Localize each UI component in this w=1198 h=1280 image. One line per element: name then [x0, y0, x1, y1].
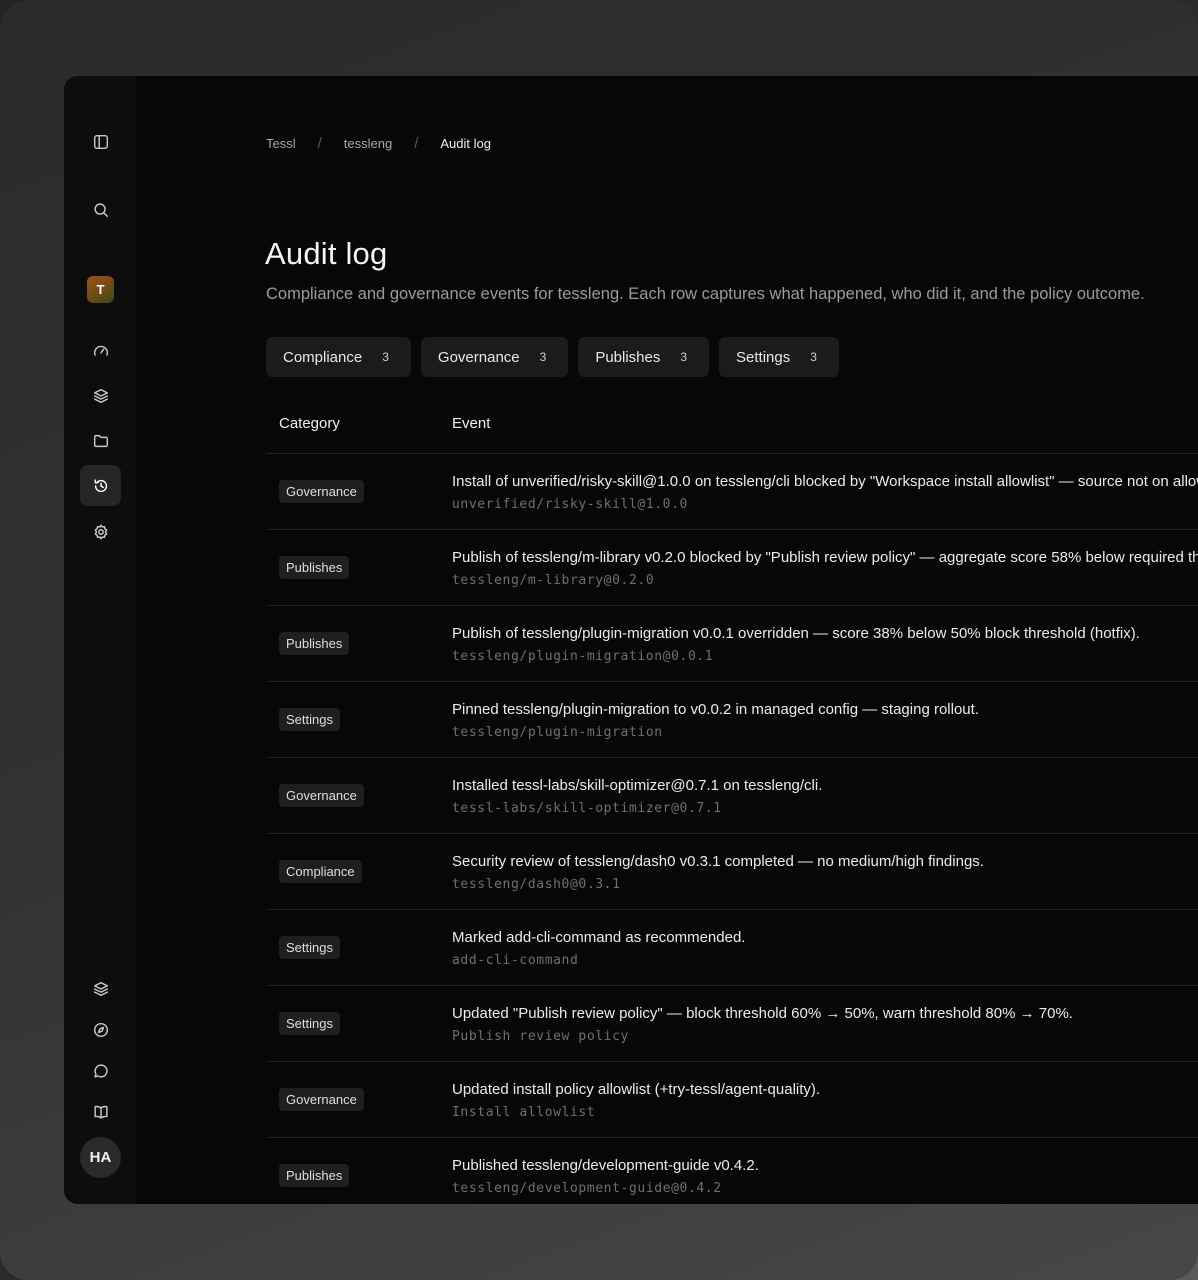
breadcrumb: Tessl / tessleng / Audit log — [266, 135, 491, 152]
category-badge: Publishes — [279, 632, 350, 655]
table-row[interactable]: Governance Install of unverified/risky-s… — [266, 454, 1198, 530]
event-text: Published tessleng/development-guide v0.… — [452, 1156, 759, 1174]
category-badge: Governance — [279, 784, 364, 807]
page-title: Audit log — [265, 236, 388, 271]
chat-icon[interactable] — [80, 1050, 121, 1091]
filter-label: Settings — [736, 348, 791, 366]
event-subject: Publish review policy — [452, 1028, 629, 1044]
filter-count: 3 — [382, 350, 389, 364]
table-header: Category Event — [266, 394, 1198, 454]
event-subject: unverified/risky-skill@1.0.0 — [452, 496, 688, 512]
sidebar-toggle-icon[interactable] — [80, 121, 121, 162]
category-badge: Compliance — [279, 860, 362, 883]
history-icon[interactable] — [80, 465, 121, 506]
event-subject: tessleng/dash0@0.3.1 — [452, 876, 621, 892]
layers-icon[interactable] — [80, 375, 121, 416]
filter-count: 3 — [539, 350, 547, 364]
folder-icon[interactable] — [80, 420, 121, 461]
search-icon[interactable] — [80, 189, 121, 230]
workspace-avatar[interactable]: T — [87, 276, 114, 303]
table-row[interactable]: Publishes Published tessleng/development… — [266, 1138, 1198, 1204]
breadcrumb-org[interactable]: tessleng — [344, 136, 392, 151]
event-subject: tessleng/plugin-migration@0.0.1 — [452, 648, 714, 664]
event-subject: Install allowlist — [452, 1104, 596, 1120]
breadcrumb-current: Audit log — [440, 136, 491, 151]
compass-icon[interactable] — [80, 1009, 121, 1050]
table-row[interactable]: Governance Installed tessl-labs/skill-op… — [266, 758, 1198, 834]
table-row[interactable]: Settings Updated "Publish review policy"… — [266, 986, 1198, 1062]
event-text: Marked add-cli-command as recommended. — [452, 928, 746, 946]
audit-log-table: Category Event Governance Install of unv… — [266, 394, 1198, 1204]
event-text: Updated "Publish review policy" — block … — [452, 1004, 1073, 1022]
event-text: Updated install policy allowlist (+try-t… — [452, 1080, 821, 1098]
breadcrumb-separator: / — [317, 135, 322, 152]
table-row[interactable]: Settings Marked add-cli-command as recom… — [266, 910, 1198, 986]
event-subject: tessleng/plugin-migration — [452, 724, 663, 740]
page-description: Compliance and governance events for tes… — [266, 285, 1145, 303]
category-badge: Settings — [279, 1012, 340, 1035]
filter-compliance[interactable]: Compliance 3 — [266, 337, 411, 377]
event-subject: tessleng/development-guide@0.4.2 — [452, 1180, 722, 1196]
table-row[interactable]: Compliance Security review of tessleng/d… — [266, 834, 1198, 910]
column-header-event[interactable]: Event — [452, 415, 490, 432]
event-text: Security review of tessleng/dash0 v0.3.1… — [452, 852, 984, 870]
category-badge: Governance — [279, 1088, 364, 1111]
filter-governance[interactable]: Governance 3 — [420, 337, 569, 377]
filter-publishes[interactable]: Publishes 3 — [578, 337, 710, 377]
user-avatar[interactable]: HA — [80, 1137, 121, 1178]
filter-count: 3 — [680, 350, 688, 364]
filter-label: Governance — [437, 348, 520, 366]
table-row[interactable]: Settings Pinned tessleng/plugin-migratio… — [266, 682, 1198, 758]
filter-settings[interactable]: Settings 3 — [719, 337, 839, 377]
event-subject: tessleng/m-library@0.2.0 — [452, 572, 655, 588]
filter-label: Compliance — [283, 348, 363, 366]
category-badge: Settings — [279, 936, 340, 959]
sidebar: T HA — [64, 76, 136, 1204]
event-text: Publish of tessleng/plugin-migration v0.… — [452, 624, 1140, 642]
event-text: Publish of tessleng/m-library v0.2.0 blo… — [452, 548, 1198, 566]
event-text: Install of unverified/risky-skill@1.0.0 … — [452, 472, 1198, 490]
table-row[interactable]: Publishes Publish of tessleng/plugin-mig… — [266, 606, 1198, 682]
app-window: T HA Tessl / tessleng / Audit log Audit … — [64, 76, 1198, 1204]
gauge-icon[interactable] — [80, 330, 121, 371]
stack-icon[interactable] — [80, 968, 121, 1009]
category-badge: Settings — [279, 708, 340, 731]
filter-label: Publishes — [595, 348, 661, 366]
book-icon[interactable] — [80, 1091, 121, 1132]
category-badge: Governance — [279, 480, 364, 503]
breadcrumb-separator: / — [414, 135, 419, 152]
event-text: Installed tessl-labs/skill-optimizer@0.7… — [452, 776, 823, 794]
gear-icon[interactable] — [80, 511, 121, 552]
filter-count: 3 — [810, 350, 817, 364]
column-header-category[interactable]: Category — [266, 415, 452, 432]
table-row[interactable]: Publishes Publish of tessleng/m-library … — [266, 530, 1198, 606]
category-badge: Publishes — [279, 1164, 350, 1187]
table-row[interactable]: Governance Updated install policy allowl… — [266, 1062, 1198, 1138]
event-text: Pinned tessleng/plugin-migration to v0.0… — [452, 700, 979, 718]
event-subject: add-cli-command — [452, 952, 579, 968]
main-content: Tessl / tessleng / Audit log Audit log C… — [136, 76, 1198, 1204]
category-filters: Compliance 3 Governance 3 Publishes 3 Se… — [266, 337, 839, 377]
breadcrumb-root[interactable]: Tessl — [266, 136, 296, 151]
category-badge: Publishes — [279, 556, 350, 579]
event-subject: tessl-labs/skill-optimizer@0.7.1 — [452, 800, 722, 816]
